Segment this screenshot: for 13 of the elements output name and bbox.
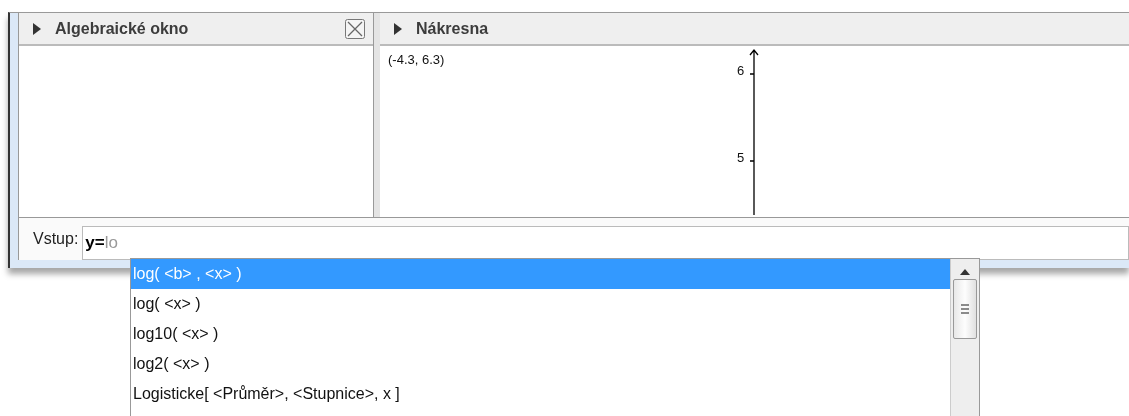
axis-tick-label: 6 [737,63,745,78]
input-label: Vstup: [33,230,79,248]
grip-icon [961,304,969,314]
panel-title: Nákresna [416,19,490,38]
scrollbar[interactable] [950,259,979,416]
panel-title: Algebraické okno [55,19,190,38]
expand-triangle-icon[interactable] [33,22,41,35]
axis-tick-label: 5 [737,150,745,165]
scroll-thumb[interactable] [953,279,977,339]
close-icon[interactable] [345,18,365,39]
expand-triangle-icon[interactable] [394,22,402,35]
coordinates-label: (-4.3, 6.3) [388,52,445,67]
input-field[interactable]: y=lo [82,226,1129,260]
